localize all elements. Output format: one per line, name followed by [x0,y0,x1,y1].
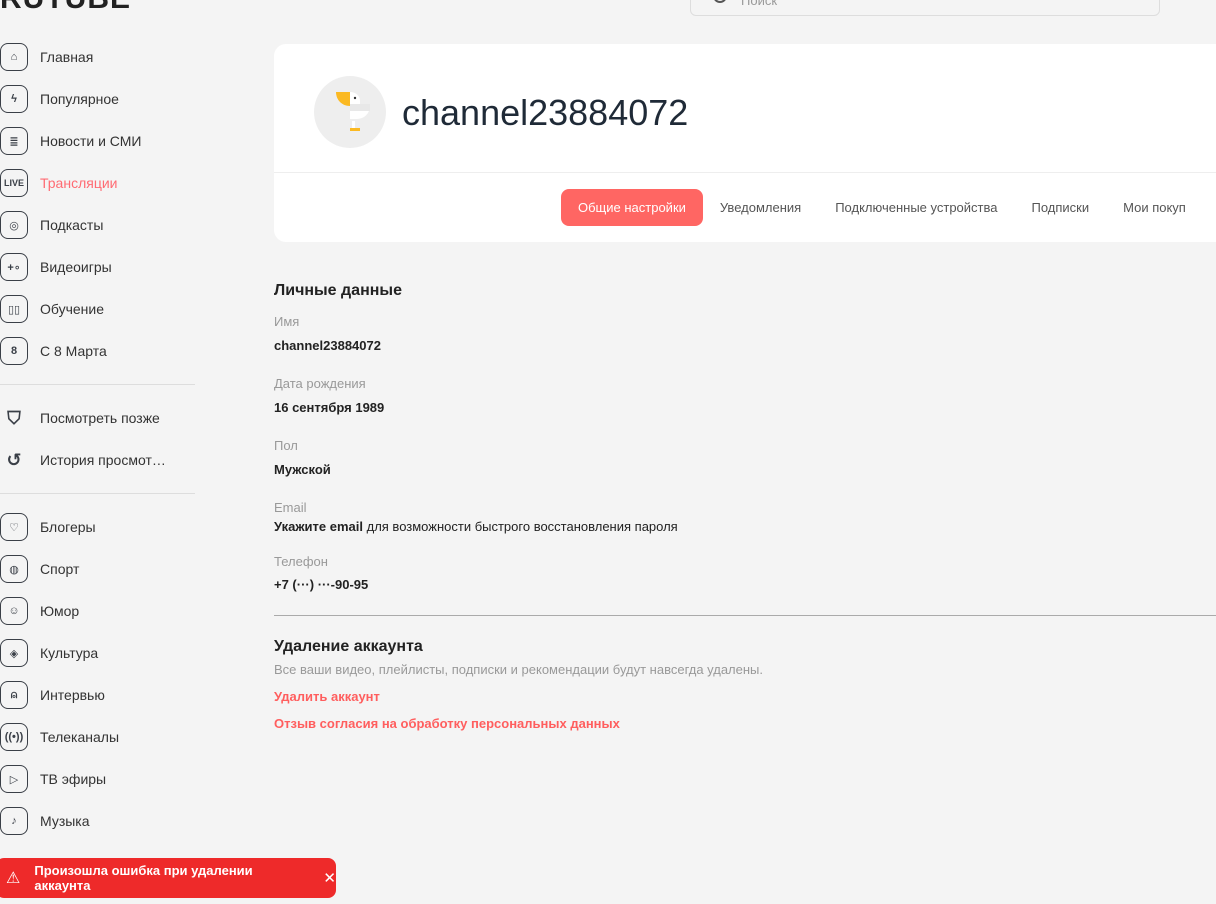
sidebar-item[interactable]: ♪ Музыка [0,800,200,842]
sidebar-item-label: ТВ эфиры [40,771,107,787]
close-icon[interactable]: ✕ [323,869,336,887]
sidebar-item[interactable]: ϟ Популярное [0,78,200,120]
divider [274,172,1216,173]
delete-account-heading: Удаление аккаунта [274,638,423,655]
gender-value[interactable]: Мужской [274,462,1216,477]
broadcast-icon: ((•)) [0,723,28,751]
sidebar-item-label: Популярное [40,91,119,107]
sidebar-item[interactable]: ♡ Блогеры [0,506,200,548]
sidebar-item[interactable]: ↺ История просмот… [0,439,200,481]
avatar[interactable] [314,76,386,148]
phone-label: Телефон [274,554,328,569]
lightning-icon: ϟ [0,85,28,113]
sidebar-item-label: Музыка [40,813,90,829]
sidebar-item[interactable]: ≣ Новости и СМИ [0,120,200,162]
sidebar-item-label: С 8 Марта [40,343,107,359]
sidebar-divider [0,493,195,494]
sidebar-item[interactable]: ▷ ТВ эфиры [0,758,200,800]
settings-tabs: Общие настройки Уведомления Подключенные у… [561,189,1203,226]
sidebar-item[interactable]: ▯▯ Обучение [0,288,200,330]
warning-icon: ⚠ [6,870,21,887]
theatre-icon: ◈ [0,639,28,667]
gamepad-icon: +∘ [0,253,28,281]
section-divider [274,615,1216,616]
sidebar-item[interactable]: ☺ Юмор [0,590,200,632]
sidebar-item-label: Новости и СМИ [40,133,142,149]
profile-card: channel23884072 Общие настройки Уведомлен… [274,44,1216,242]
tab[interactable]: Общие настройки [561,189,703,226]
history-icon: ↺ [6,449,22,470]
bookmark-icon: ⛉ [7,407,21,428]
birth-value[interactable]: 16 сентября 1989 [274,400,1216,415]
tv-icon: ▷ [0,765,28,793]
birth-label: Дата рождения [274,376,366,391]
music-icon: ♪ [0,807,28,835]
sidebar-item-label: Блогеры [40,519,96,535]
home-icon: ⌂ [0,43,28,71]
sidebar-item-label: Интервью [40,687,105,703]
search-input[interactable]: Поиск [690,0,1160,16]
ball-icon: ◍ [0,555,28,583]
sidebar-item[interactable]: ◈ Культура [0,632,200,674]
sidebar-item-label: Культура [40,645,99,661]
channel-name: channel23884072 [402,92,689,133]
tab[interactable]: Мои покуп [1106,189,1203,226]
settings-content: Личные данные Имя channel23884072 Дата р… [274,282,1216,743]
phone-value[interactable]: +7 (···) ···-90-95 [274,577,1216,592]
sidebar-item-label: Подкасты [40,217,104,233]
name-label: Имя [274,314,300,329]
sidebar-item-label: Трансляции [40,175,118,191]
news-icon: ≣ [0,127,28,155]
sidebar-item[interactable]: +∘ Видеоигры [0,246,200,288]
sidebar-item-label: Главная [40,49,94,65]
sidebar-item-label: Спорт [40,561,80,577]
eight-icon: 8 [0,337,28,365]
gender-label: Пол [274,438,298,453]
book-icon: ▯▯ [0,295,28,323]
email-label: Email [274,500,307,515]
sidebar-item-label: Телеканалы [40,729,120,745]
name-value[interactable]: channel23884072 [274,338,1216,353]
tab[interactable]: Подключенные устройства [818,189,1014,226]
search-icon [713,0,727,3]
sidebar-item-label: Видеоигры [40,259,112,275]
sidebar-item[interactable]: ((•)) Телеканалы [0,716,200,758]
rutube-logo[interactable]: RUTUBE [0,0,131,16]
delete-account-link[interactable]: Удалить аккаунт [274,689,1216,704]
sidebar-item[interactable]: ⍝ Интервью [0,674,200,716]
person-icon: ⍝ [0,681,28,709]
sidebar: ⌂ Главная ϟ Популярное ≣ Новости и СМИ LIVE Тра… [0,36,200,842]
heart-icon: ♡ [0,513,28,541]
microphone-icon: ◎ [0,211,28,239]
revoke-consent-link[interactable]: Отзыв согласия на обработку персональных… [274,716,1216,731]
personal-data-heading: Личные данные [274,282,402,299]
tab[interactable]: Уведомления [703,189,818,226]
sidebar-item[interactable]: LIVE Трансляции [0,162,200,204]
delete-account-description: Все ваши видео, плейлисты, подписки и ре… [274,662,763,677]
tab[interactable]: Подписки [1014,189,1106,226]
sidebar-item[interactable]: ◍ Спорт [0,548,200,590]
smile-icon: ☺ [0,597,28,625]
email-hint: для возможности быстрого восстановления … [363,519,678,534]
sidebar-item-label: История просмот… [40,452,166,468]
toast-message: Произошла ошибка при удалении аккаунта [34,863,253,893]
sidebar-item[interactable]: ◎ Подкасты [0,204,200,246]
sidebar-item-label: Посмотреть позже [40,410,160,426]
sidebar-item-label: Юмор [40,603,80,619]
sidebar-item[interactable]: 8 С 8 Марта [0,330,200,372]
sidebar-item-label: Обучение [40,301,105,317]
sidebar-divider [0,384,195,385]
email-value: Укажите email для возможности быстрого в… [274,519,1216,534]
add-email-link[interactable]: Укажите email [274,519,363,534]
sidebar-item[interactable]: ⌂ Главная [0,36,200,78]
live-icon: LIVE [0,169,28,197]
error-toast: ⚠ Произошла ошибка при удалении аккаунта… [0,858,336,898]
sidebar-item[interactable]: ⛉ Посмотреть позже [0,397,200,439]
